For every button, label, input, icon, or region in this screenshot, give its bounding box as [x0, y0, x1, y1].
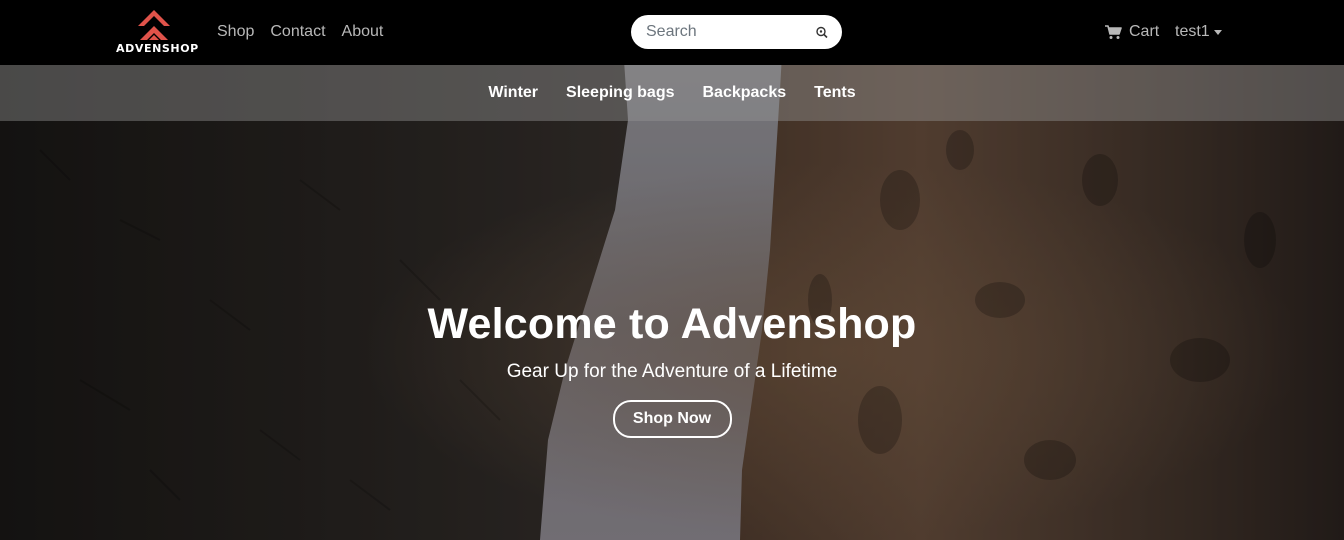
cart-label: Cart: [1129, 23, 1160, 40]
category-nav: Winter Sleeping bags Backpacks Tents: [0, 65, 1344, 121]
search-icon[interactable]: [815, 26, 828, 39]
cart-icon: [1105, 24, 1122, 39]
search-box: [631, 15, 842, 49]
category-sleeping-bags[interactable]: Sleeping bags: [566, 83, 674, 103]
caret-down-icon: [1213, 29, 1222, 35]
cart-link[interactable]: Cart: [1105, 22, 1159, 42]
user-menu-dropdown[interactable]: test1: [1175, 22, 1222, 42]
category-tents[interactable]: Tents: [814, 83, 855, 103]
category-backpacks[interactable]: Backpacks: [703, 83, 787, 103]
nav-link-contact[interactable]: Contact: [270, 22, 325, 42]
mountain-logo-icon: [138, 10, 170, 40]
top-navbar: ADVENSHOP Shop Contact About Cart: [0, 0, 1344, 65]
main-nav: Shop Contact About: [217, 22, 399, 42]
brand-name: ADVENSHOP: [116, 42, 199, 55]
hero-subtitle: Gear Up for the Adventure of a Lifetime: [506, 361, 838, 382]
hero-title: Welcome to Advenshop: [427, 300, 917, 348]
hero-section: Welcome to Advenshop Gear Up for the Adv…: [0, 296, 1344, 438]
page: ADVENSHOP Shop Contact About Cart: [0, 0, 1344, 540]
nav-link-shop[interactable]: Shop: [217, 22, 254, 42]
search-input[interactable]: [646, 15, 806, 49]
shop-now-button[interactable]: Shop Now: [612, 400, 732, 438]
brand-logo[interactable]: ADVENSHOP: [116, 9, 199, 57]
category-winter[interactable]: Winter: [488, 83, 538, 103]
nav-link-about[interactable]: About: [342, 22, 384, 42]
user-name: test1: [1175, 23, 1210, 40]
